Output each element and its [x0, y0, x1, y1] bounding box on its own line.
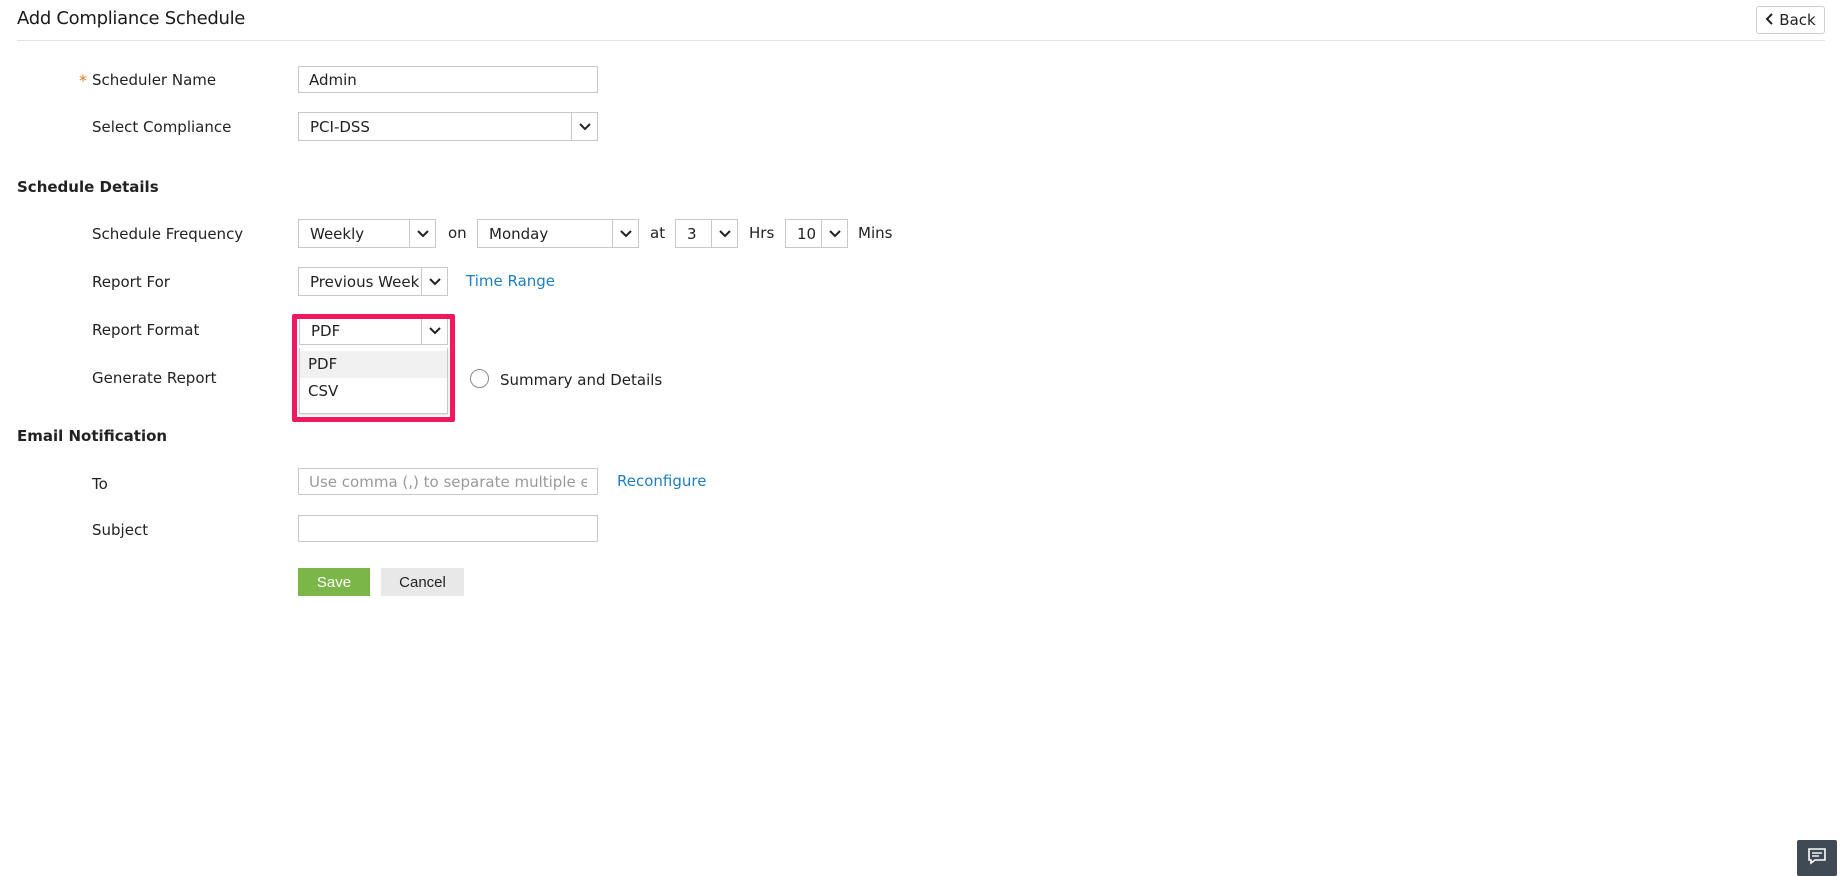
cancel-button[interactable]: Cancel	[381, 568, 464, 596]
back-button-label: Back	[1779, 11, 1816, 29]
chevron-down-icon[interactable]	[612, 220, 638, 247]
at-text: at	[650, 224, 666, 242]
report-format-label: Report Format	[92, 321, 200, 339]
on-text: on	[448, 224, 467, 242]
frequency-select[interactable]: Weekly	[298, 219, 436, 248]
chevron-down-icon[interactable]	[571, 113, 597, 140]
required-indicator: *	[79, 71, 87, 90]
scheduler-name-label: Scheduler Name	[92, 71, 217, 89]
day-select-value: Monday	[489, 224, 549, 243]
email-notification-heading: Email Notification	[17, 427, 168, 445]
schedule-frequency-label: Schedule Frequency	[92, 225, 244, 243]
to-label: To	[92, 475, 108, 493]
report-for-select-value: Previous Week	[310, 272, 420, 291]
save-button[interactable]: Save	[298, 568, 370, 596]
page-title: Add Compliance Schedule	[17, 8, 246, 29]
chevron-down-icon[interactable]	[409, 220, 435, 247]
back-button[interactable]: Back	[1756, 6, 1825, 34]
minute-select[interactable]: 10	[785, 219, 848, 248]
mins-text: Mins	[858, 224, 893, 242]
compliance-select[interactable]: PCI-DSS	[298, 112, 598, 141]
compliance-select-value: PCI-DSS	[310, 117, 370, 136]
chevron-left-icon	[1765, 11, 1775, 29]
chat-button[interactable]	[1797, 840, 1837, 876]
schedule-details-heading: Schedule Details	[17, 178, 159, 196]
hour-select-value: 3	[687, 224, 697, 243]
hour-select[interactable]: 3	[675, 219, 738, 248]
reconfigure-link[interactable]: Reconfigure	[617, 472, 706, 490]
report-for-select[interactable]: Previous Week	[298, 267, 448, 296]
chat-icon	[1807, 847, 1827, 869]
frequency-select-value: Weekly	[310, 224, 365, 243]
subject-label: Subject	[92, 521, 149, 539]
subject-input[interactable]	[298, 515, 598, 542]
scheduler-name-input[interactable]	[298, 66, 598, 93]
chevron-down-icon[interactable]	[421, 268, 447, 295]
time-range-link[interactable]: Time Range	[466, 272, 555, 290]
generate-report-label: Generate Report	[92, 369, 217, 387]
report-for-label: Report For	[92, 273, 170, 291]
minute-select-value: 10	[797, 224, 817, 243]
to-email-input[interactable]	[298, 468, 598, 495]
chevron-down-icon[interactable]	[821, 220, 847, 247]
day-select[interactable]: Monday	[477, 219, 639, 248]
hrs-text: Hrs	[749, 224, 775, 242]
summary-details-label: Summary and Details	[500, 371, 663, 389]
select-compliance-label: Select Compliance	[92, 118, 232, 136]
chevron-down-icon[interactable]	[711, 220, 737, 247]
highlight-annotation	[292, 314, 455, 422]
header-divider	[17, 40, 1825, 41]
summary-details-radio[interactable]	[470, 369, 489, 388]
